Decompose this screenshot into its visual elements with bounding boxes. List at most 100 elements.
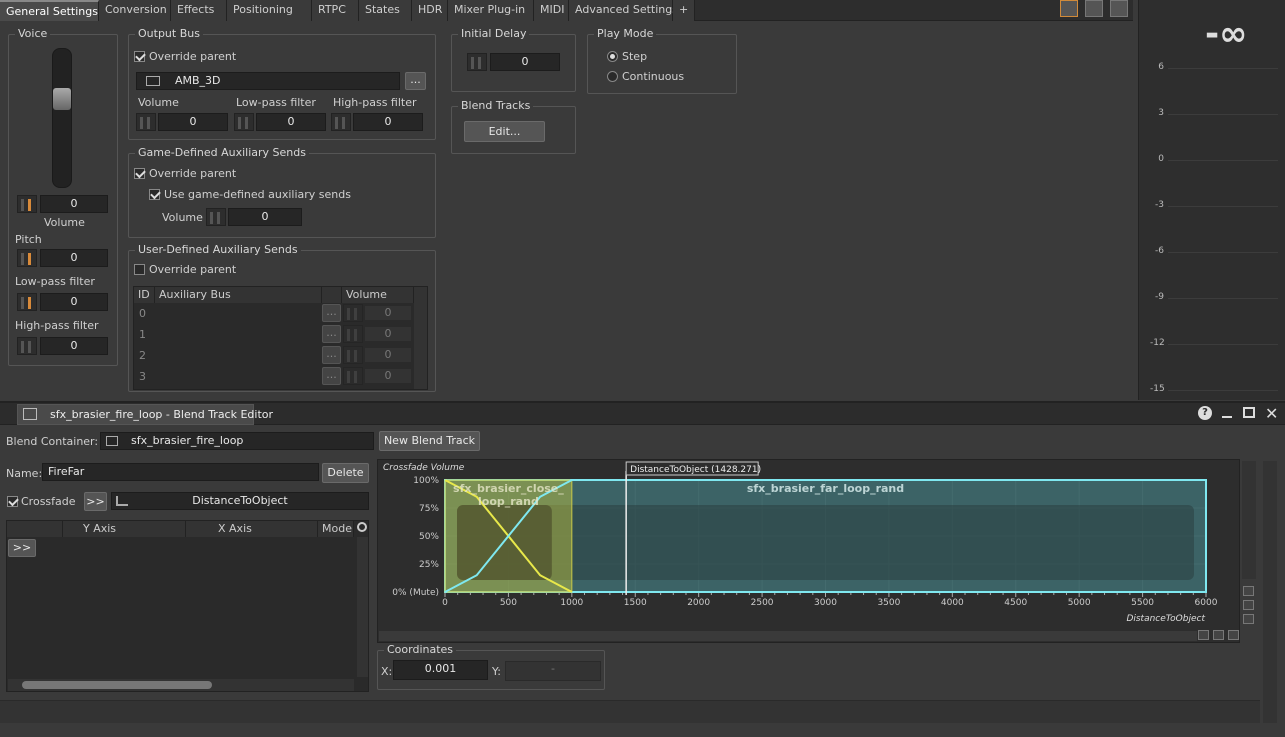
graph-hzoom-in-icon[interactable] bbox=[1198, 630, 1209, 640]
volume-slider-track[interactable] bbox=[52, 48, 72, 188]
voice-volume-field[interactable]: 0 bbox=[40, 195, 108, 213]
game-aux-volume-label: Volume bbox=[162, 211, 203, 224]
rtpc-expand-button[interactable]: >> bbox=[8, 539, 36, 557]
close-icon[interactable]: ✕ bbox=[1265, 404, 1278, 423]
maximize-icon[interactable] bbox=[1243, 407, 1255, 418]
aux-row-browse-button[interactable]: ... bbox=[322, 325, 341, 343]
layout-split-icon[interactable] bbox=[1085, 0, 1103, 17]
crossfade-checkbox[interactable] bbox=[7, 496, 18, 507]
search-icon[interactable] bbox=[357, 522, 367, 532]
bus-icon bbox=[146, 76, 160, 86]
minimize-icon[interactable] bbox=[1222, 416, 1232, 418]
meter-tick-label: -3 bbox=[1155, 200, 1164, 210]
output-bus-override-label: Override parent bbox=[149, 50, 237, 63]
blend-container-field[interactable]: sfx_brasier_fire_loop bbox=[100, 432, 374, 450]
output-bus-volume-label: Volume bbox=[138, 96, 179, 109]
game-aux-volume-field[interactable]: 0 bbox=[228, 208, 302, 226]
meter-gridline bbox=[1168, 252, 1278, 253]
graph-zoom-in-icon[interactable] bbox=[1243, 586, 1254, 596]
output-bus-volume-knob[interactable] bbox=[136, 113, 156, 131]
output-bus-title: Output Bus bbox=[135, 27, 203, 40]
graph-hfit-icon[interactable] bbox=[1213, 630, 1224, 640]
graph-zoom-out-icon[interactable] bbox=[1243, 614, 1254, 624]
meter-tick-label: -9 bbox=[1155, 292, 1164, 302]
graph-vscroll[interactable] bbox=[1242, 461, 1256, 579]
layout-single-icon[interactable] bbox=[1060, 0, 1078, 17]
crossfade-expand-button[interactable]: >> bbox=[84, 492, 107, 511]
aux-row-volume-knob[interactable] bbox=[343, 346, 363, 364]
rtpc-table-vscroll[interactable] bbox=[357, 537, 368, 677]
output-bus-lowpass-label: Low-pass filter bbox=[236, 96, 316, 109]
output-bus-browse-button[interactable]: ... bbox=[405, 72, 426, 90]
aux-row-volume-field: 0 bbox=[364, 368, 412, 384]
aux-row-browse-button[interactable]: ... bbox=[322, 346, 341, 364]
graph-hscroll[interactable] bbox=[379, 631, 1197, 641]
tab-states[interactable]: States bbox=[359, 0, 412, 21]
output-bus-volume-field[interactable]: 0 bbox=[158, 113, 228, 131]
tab-rtpc[interactable]: RTPC bbox=[312, 0, 359, 21]
tab-add[interactable]: + bbox=[673, 0, 695, 21]
crossfade-chart[interactable]: Crossfade Volume 0 500 1000 1500 2000 2500 3000… bbox=[377, 459, 1240, 643]
aux-row-browse-button[interactable]: ... bbox=[322, 367, 341, 385]
graph-fit-icon[interactable] bbox=[1243, 600, 1254, 610]
graph-hzoom-out-icon[interactable] bbox=[1228, 630, 1239, 640]
new-blend-track-button[interactable]: New Blend Track bbox=[379, 431, 480, 451]
tab-midi[interactable]: MIDI bbox=[534, 0, 569, 21]
play-mode-continuous-radio[interactable] bbox=[607, 71, 618, 82]
aux-row-volume-knob[interactable] bbox=[343, 325, 363, 343]
output-bus-lowpass-knob[interactable] bbox=[234, 113, 254, 131]
delete-button[interactable]: Delete bbox=[322, 463, 369, 483]
user-aux-scrollbar[interactable] bbox=[414, 287, 427, 389]
rtpc-table-hscroll-thumb[interactable] bbox=[22, 681, 212, 689]
initial-delay-field[interactable]: 0 bbox=[490, 53, 560, 71]
voice-title: Voice bbox=[15, 27, 51, 40]
aux-row-volume-knob[interactable] bbox=[343, 304, 363, 322]
use-game-aux-checkbox[interactable] bbox=[149, 189, 160, 200]
pitch-knob[interactable] bbox=[17, 249, 37, 267]
editor-vscroll[interactable] bbox=[1263, 461, 1277, 723]
game-aux-override-checkbox[interactable] bbox=[134, 168, 145, 179]
coord-x-field[interactable]: 0.001 bbox=[393, 660, 488, 680]
x-tick-label: 5500 bbox=[1131, 598, 1154, 608]
y-tick-label: 75% bbox=[419, 504, 439, 514]
tab-conversion[interactable]: Conversion bbox=[99, 0, 171, 21]
aux-row-id: 1 bbox=[139, 328, 146, 341]
tab-general-settings[interactable]: General Settings bbox=[0, 0, 99, 21]
meter-gridline bbox=[1168, 114, 1278, 115]
tab-positioning[interactable]: Positioning bbox=[227, 0, 312, 21]
meter-gridline bbox=[1168, 160, 1278, 161]
volume-slider-thumb[interactable] bbox=[53, 88, 71, 110]
voice-highpass-field[interactable]: 0 bbox=[40, 337, 108, 355]
voice-highpass-knob[interactable] bbox=[17, 337, 37, 355]
initial-delay-knob[interactable] bbox=[467, 53, 487, 71]
meter-tick-label: -12 bbox=[1150, 338, 1165, 348]
play-mode-step-radio[interactable] bbox=[607, 51, 618, 62]
pitch-field[interactable]: 0 bbox=[40, 249, 108, 267]
x-tick-label: 0 bbox=[442, 598, 448, 608]
tab-advanced-settings[interactable]: Advanced Settings bbox=[569, 0, 678, 21]
parameter-field[interactable]: DistanceToObject bbox=[111, 492, 369, 510]
output-bus-lowpass-field[interactable]: 0 bbox=[256, 113, 326, 131]
layout-rows-icon[interactable] bbox=[1110, 0, 1128, 17]
tab-effects[interactable]: Effects bbox=[171, 0, 227, 21]
output-bus-override-checkbox[interactable] bbox=[134, 51, 145, 62]
name-field[interactable]: FireFar bbox=[42, 463, 319, 481]
help-icon[interactable]: ? bbox=[1198, 406, 1212, 420]
editor-title: sfx_brasier_fire_loop - Blend Track Edit… bbox=[50, 408, 274, 421]
aux-row-browse-button[interactable]: ... bbox=[322, 304, 341, 322]
output-bus-highpass-knob[interactable] bbox=[331, 113, 351, 131]
tab-hdr[interactable]: HDR bbox=[412, 0, 448, 21]
voice-lowpass-field[interactable]: 0 bbox=[40, 293, 108, 311]
user-aux-override-checkbox[interactable] bbox=[134, 264, 145, 275]
y-tick-label: 0% (Mute) bbox=[392, 588, 439, 598]
blend-tracks-edit-button[interactable]: Edit... bbox=[464, 121, 545, 142]
tab-mixer-plug-in[interactable]: Mixer Plug-in bbox=[448, 0, 534, 21]
parameter-icon bbox=[116, 496, 128, 506]
aux-row-volume-knob[interactable] bbox=[343, 367, 363, 385]
volume-knob[interactable] bbox=[17, 195, 37, 213]
game-aux-volume-knob[interactable] bbox=[206, 208, 226, 226]
aux-row-volume-field: 0 bbox=[364, 326, 412, 342]
voice-lowpass-knob[interactable] bbox=[17, 293, 37, 311]
output-bus-name-field[interactable]: AMB_3D bbox=[136, 72, 400, 90]
output-bus-highpass-field[interactable]: 0 bbox=[353, 113, 423, 131]
